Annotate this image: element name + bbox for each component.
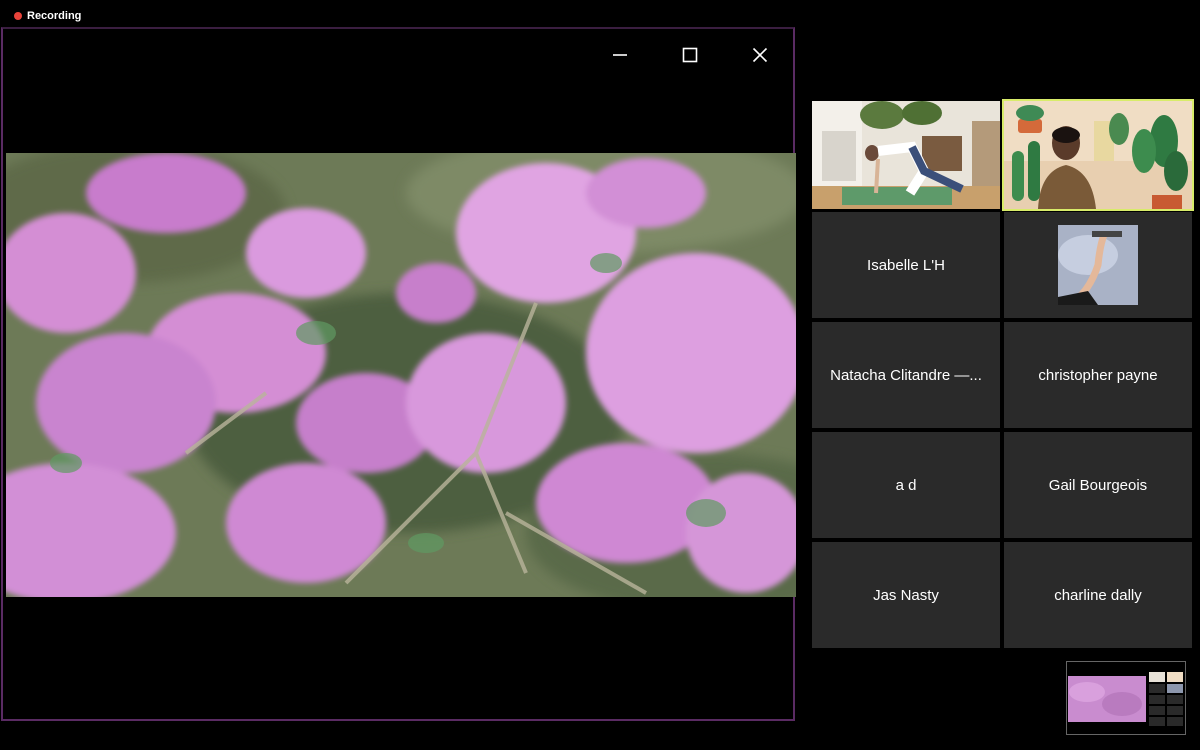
participant-tile-jas[interactable]: Jas Nasty: [812, 542, 1000, 648]
close-icon: [752, 47, 768, 63]
maximize-icon: [682, 47, 698, 63]
screen-preview-thumbnail[interactable]: [1066, 661, 1186, 735]
minimize-button[interactable]: [605, 41, 635, 69]
participant-tile-ad[interactable]: a d: [812, 432, 1000, 538]
participant-name: Jas Nasty: [873, 586, 939, 604]
preview-image: [1067, 662, 1185, 734]
participant-name: a d: [895, 476, 917, 494]
close-button[interactable]: [745, 41, 775, 69]
flowers-image: [6, 153, 796, 597]
active-speaker-video-tile[interactable]: [1002, 99, 1194, 211]
participant-name: charline dally: [1054, 586, 1142, 604]
participant-tile-christopher[interactable]: christopher payne: [1004, 322, 1192, 428]
maximize-button[interactable]: [675, 41, 705, 69]
minimize-icon: [613, 54, 627, 56]
recording-label: Recording: [27, 10, 82, 22]
record-dot-icon: [14, 12, 22, 20]
participant-name: Isabelle L'H: [867, 256, 945, 274]
participant-tile-gail[interactable]: Gail Bourgeois: [1004, 432, 1192, 538]
participant-tile-charline[interactable]: charline dally: [1004, 542, 1192, 648]
yoga-participant-video: [812, 101, 1000, 209]
participant-tile-thumbnail[interactable]: [1004, 212, 1192, 318]
participant-video-tile[interactable]: [812, 101, 1000, 209]
participant-thumbnail-image: [1058, 225, 1138, 305]
recording-indicator: Recording: [14, 10, 81, 22]
shared-video-flowers: [6, 153, 796, 597]
participant-name: Natacha Clitandre —...: [830, 366, 982, 384]
shared-screen-window: [1, 27, 796, 721]
participant-name: Gail Bourgeois: [1048, 476, 1148, 494]
participant-tile-natacha[interactable]: Natacha Clitandre —...: [812, 322, 1000, 428]
participant-name: christopher payne: [1038, 366, 1158, 384]
participant-tile-isabelle[interactable]: Isabelle L'H: [812, 212, 1000, 318]
speaker-plant-background-video: [1004, 101, 1192, 209]
